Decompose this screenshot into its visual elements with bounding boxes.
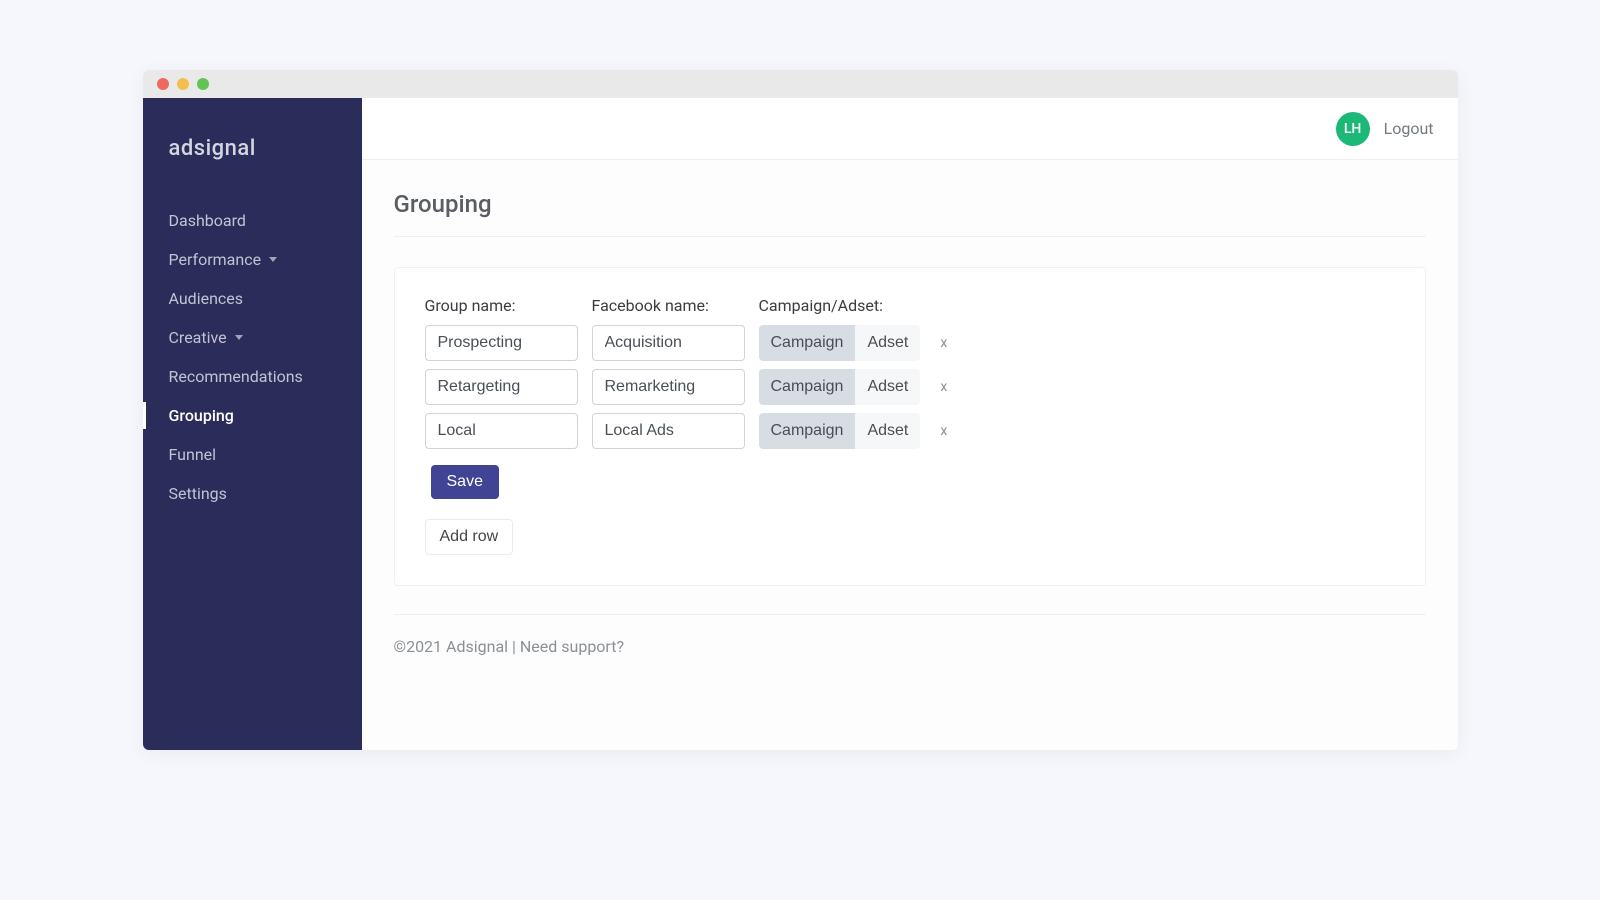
column-header-group-name: Group name:: [425, 296, 578, 315]
window-minimize-icon[interactable]: [177, 78, 189, 90]
sidebar-item-dashboard[interactable]: Dashboard: [143, 201, 362, 240]
toggle-campaign-button[interactable]: Campaign: [759, 413, 856, 449]
sidebar-item-label: Recommendations: [169, 367, 303, 386]
toggle-adset-button[interactable]: Adset: [855, 325, 920, 361]
divider: [394, 236, 1426, 237]
sidebar-item-label: Dashboard: [169, 211, 246, 230]
page-title: Grouping: [394, 190, 1426, 236]
grouping-row: Campaign Adset x: [425, 325, 1395, 361]
footer-copyright: ©2021 Adsignal |: [394, 637, 520, 656]
toggle-campaign-button[interactable]: Campaign: [759, 369, 856, 405]
app-shell: adsignal Dashboard Performance Audiences…: [143, 98, 1458, 750]
sidebar-item-settings[interactable]: Settings: [143, 474, 362, 513]
window-titlebar: [143, 70, 1458, 98]
sidebar-item-performance[interactable]: Performance: [143, 240, 362, 279]
page-footer: ©2021 Adsignal | Need support?: [394, 614, 1426, 656]
avatar[interactable]: LH: [1336, 112, 1370, 146]
grouping-row: Campaign Adset x: [425, 369, 1395, 405]
chevron-down-icon: [269, 257, 277, 262]
sidebar-item-grouping[interactable]: Grouping: [143, 396, 362, 435]
top-header: LH Logout: [362, 98, 1458, 160]
sidebar-item-label: Grouping: [169, 406, 234, 425]
toggle-adset-button[interactable]: Adset: [855, 413, 920, 449]
main-area: LH Logout Grouping Group name: Facebook …: [362, 98, 1458, 750]
remove-row-button[interactable]: x: [934, 423, 953, 439]
column-header-campaign-adset: Campaign/Adset:: [759, 296, 919, 315]
group-name-input[interactable]: [425, 325, 578, 361]
group-name-input[interactable]: [425, 369, 578, 405]
toggle-campaign-button[interactable]: Campaign: [759, 325, 856, 361]
sidebar-item-recommendations[interactable]: Recommendations: [143, 357, 362, 396]
browser-window: adsignal Dashboard Performance Audiences…: [143, 70, 1458, 750]
brand-logo: adsignal: [143, 126, 362, 201]
toggle-adset-button[interactable]: Adset: [855, 369, 920, 405]
campaign-adset-toggle: Campaign Adset: [759, 369, 921, 405]
grouping-row: Campaign Adset x: [425, 413, 1395, 449]
sidebar-item-funnel[interactable]: Funnel: [143, 435, 362, 474]
form-header-row: Group name: Facebook name: Campaign/Adse…: [425, 296, 1395, 315]
remove-row-button[interactable]: x: [934, 379, 953, 395]
facebook-name-input[interactable]: [592, 369, 745, 405]
campaign-adset-toggle: Campaign Adset: [759, 325, 921, 361]
sidebar-item-audiences[interactable]: Audiences: [143, 279, 362, 318]
sidebar-item-label: Settings: [169, 484, 227, 503]
window-maximize-icon[interactable]: [197, 78, 209, 90]
add-row-button[interactable]: Add row: [425, 519, 514, 555]
campaign-adset-toggle: Campaign Adset: [759, 413, 921, 449]
grouping-card: Group name: Facebook name: Campaign/Adse…: [394, 267, 1426, 586]
sidebar-item-label: Funnel: [169, 445, 217, 464]
sidebar-item-creative[interactable]: Creative: [143, 318, 362, 357]
sidebar-item-label: Audiences: [169, 289, 244, 308]
remove-row-button[interactable]: x: [934, 335, 953, 351]
page-content: Grouping Group name: Facebook name: Camp…: [362, 160, 1458, 750]
sidebar: adsignal Dashboard Performance Audiences…: [143, 98, 362, 750]
chevron-down-icon: [235, 335, 243, 340]
sidebar-item-label: Performance: [169, 250, 262, 269]
save-button[interactable]: Save: [431, 465, 499, 499]
sidebar-item-label: Creative: [169, 328, 227, 347]
support-link[interactable]: Need support?: [520, 637, 624, 656]
column-header-facebook-name: Facebook name:: [592, 296, 745, 315]
logout-link[interactable]: Logout: [1384, 119, 1434, 138]
window-close-icon[interactable]: [157, 78, 169, 90]
facebook-name-input[interactable]: [592, 325, 745, 361]
group-name-input[interactable]: [425, 413, 578, 449]
facebook-name-input[interactable]: [592, 413, 745, 449]
